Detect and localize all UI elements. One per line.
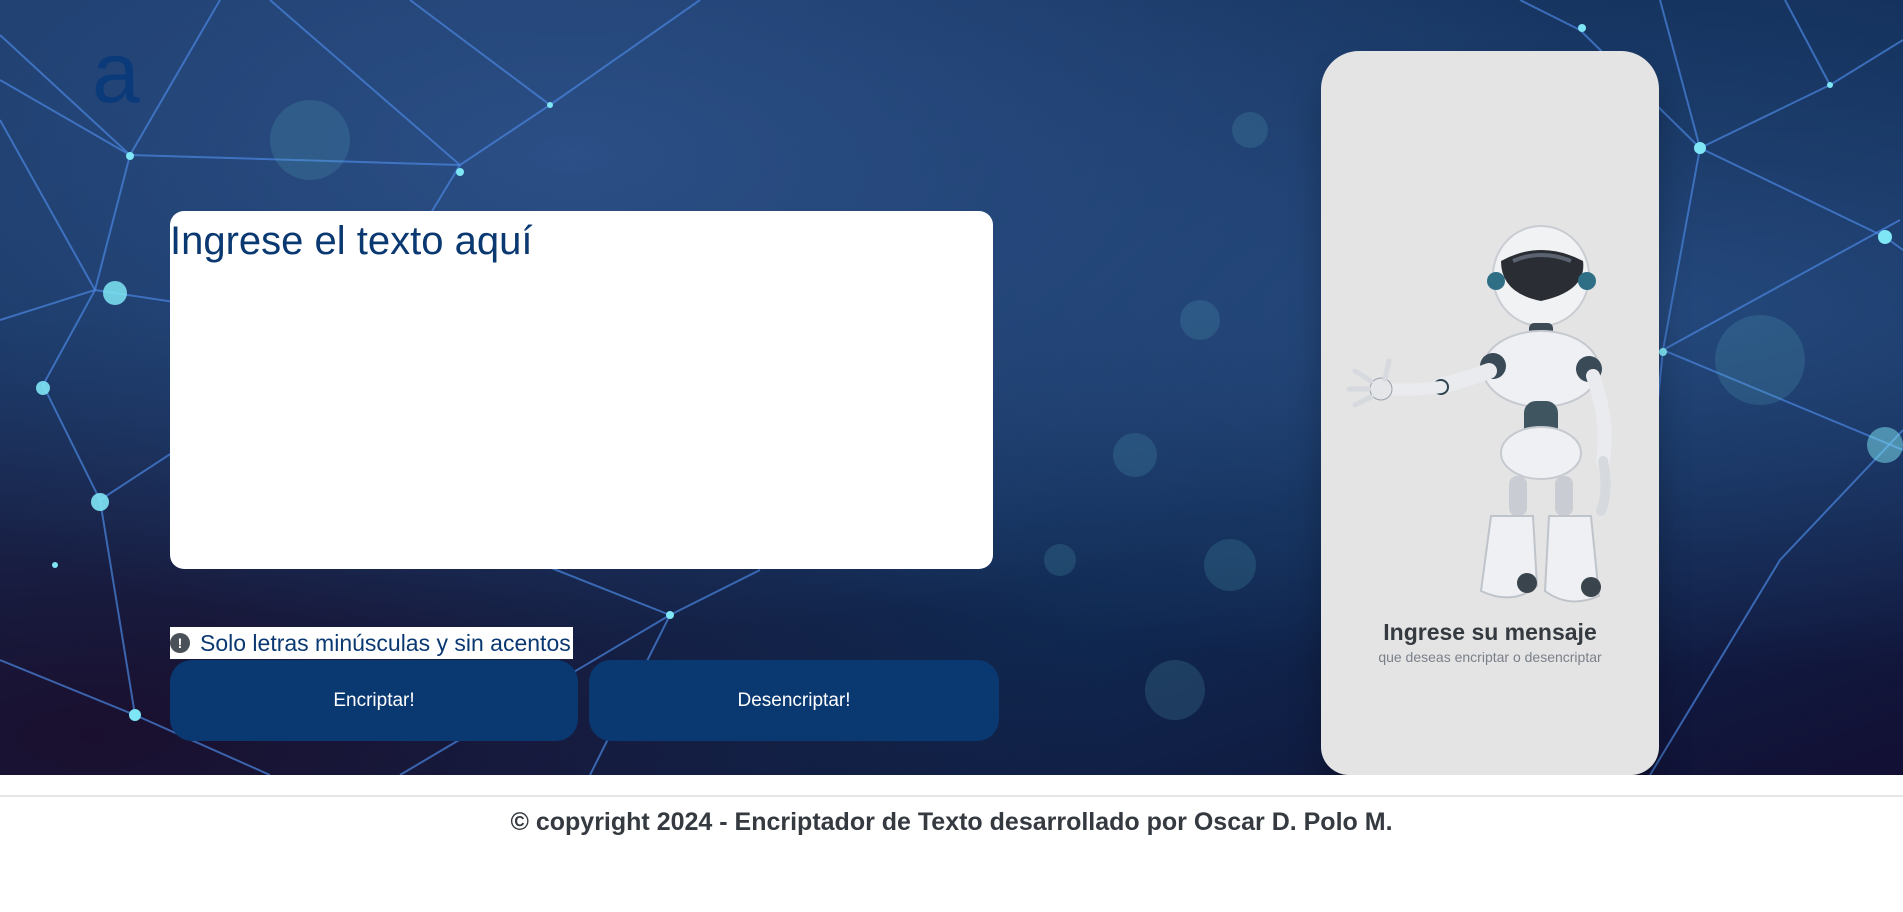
output-panel: Ingrese su mensaje que deseas encriptar … bbox=[1321, 51, 1659, 775]
panel-title: Ingrese su mensaje bbox=[1383, 619, 1597, 645]
hint-text: Solo letras minúsculas y sin acentos bbox=[200, 629, 571, 656]
exclamation-circle-icon: ! bbox=[170, 633, 190, 653]
footer-copyright: © copyright 2024 - Encriptador de Texto … bbox=[510, 808, 1393, 836]
footer-divider bbox=[0, 795, 1903, 797]
decrypt-button[interactable]: Desencriptar! bbox=[589, 660, 999, 741]
text-input[interactable] bbox=[170, 211, 993, 569]
hint-message: ! Solo letras minúsculas y sin acentos bbox=[170, 627, 573, 659]
panel-subtitle: que deseas encriptar o desencriptar bbox=[1378, 649, 1602, 665]
encrypt-button[interactable]: Encriptar! bbox=[170, 660, 578, 741]
logo[interactable]: a bbox=[92, 30, 140, 116]
text-input-card bbox=[170, 211, 993, 569]
hero-background: a ! Solo letras minúsculas y sin acentos… bbox=[0, 0, 1903, 775]
robot-illustration bbox=[1346, 225, 1612, 603]
